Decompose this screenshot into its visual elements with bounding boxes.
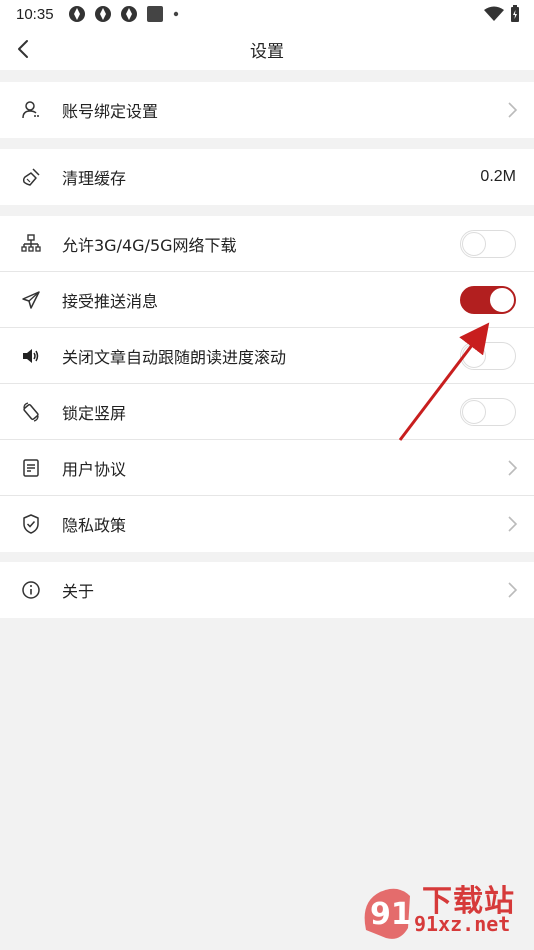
settings-screen: 10:35 设置 账号绑定设置 清理缓存 0.2M 允许3G/4G/5G网络下载… [0,0,534,950]
row-privacy-policy[interactable]: 隐私政策 [0,496,534,552]
status-right [484,5,520,23]
speaker-icon [23,349,39,363]
row-label: 关于 [62,582,95,601]
settings-group-preferences: 允许3G/4G/5G网络下载 接受推送消息 关闭文章自动跟随朗读进度滚动 锁定竖… [0,216,534,552]
network-icon [21,234,41,252]
row-mobile-network-download: 允许3G/4G/5G网络下载 [0,216,534,272]
document-icon [23,459,39,477]
row-label: 清理缓存 [62,169,127,188]
settings-group-cache: 清理缓存 0.2M [0,149,534,205]
chevron-right-icon [508,460,518,476]
chevron-right-icon [508,516,518,532]
back-arrow-icon[interactable] [12,37,36,61]
status-bar: 10:35 [0,0,534,28]
row-label: 锁定竖屏 [62,403,127,423]
row-label: 关闭文章自动跟随朗读进度滚动 [62,347,287,367]
row-account-binding[interactable]: 账号绑定设置 [0,82,534,138]
row-lock-portrait: 锁定竖屏 [0,384,534,440]
broom-icon [22,168,40,186]
row-clear-cache[interactable]: 清理缓存 0.2M [0,149,534,205]
row-about[interactable]: 关于 [0,562,534,618]
row-label: 用户协议 [62,459,127,479]
settings-group-about: 关于 [0,562,534,618]
watermark-logo-icon: 91 [364,888,412,939]
row-user-agreement[interactable]: 用户协议 [0,440,534,496]
page-title: 设置 [250,41,284,62]
chevron-right-icon [508,582,518,598]
row-auto-scroll-reading: 关闭文章自动跟随朗读进度滚动 [0,328,534,384]
toggle-knob [490,288,514,312]
watermark-url: 91xz.net [414,912,511,936]
user-icon [22,101,39,119]
settings-group-account: 账号绑定设置 [0,82,534,138]
shield-icon [23,514,39,534]
row-label: 隐私政策 [62,516,127,535]
toggle-knob [462,232,486,256]
more-dot-icon [173,11,178,17]
chevron-right-icon [508,102,518,118]
watermark-logo-text: 91 [370,897,412,932]
toggle-auto-scroll[interactable] [460,342,516,370]
toggle-lock-portrait[interactable] [460,398,516,426]
status-time: 10:35 [16,5,54,23]
row-push-notifications: 接受推送消息 [0,272,534,328]
header-bar: 设置 [0,28,534,70]
toggle-knob [462,344,486,368]
row-label: 接受推送消息 [62,291,159,311]
notification-icon [120,6,137,22]
notification-icon [68,6,85,22]
row-label: 账号绑定设置 [62,102,159,121]
app-square-icon [146,6,163,22]
send-icon [22,291,40,309]
notification-icon [94,6,111,22]
rotate-lock-icon [23,402,39,422]
watermark: 91 下载站 91xz.net [358,872,528,944]
row-label: 允许3G/4G/5G网络下载 [62,235,237,255]
toggle-push-notifications[interactable] [460,286,516,314]
toggle-mobile-download[interactable] [460,230,516,258]
toggle-knob [462,400,486,424]
cache-size-value: 0.2M [480,168,516,185]
battery-icon [511,5,519,22]
info-icon [22,581,40,599]
wifi-icon [484,6,504,21]
